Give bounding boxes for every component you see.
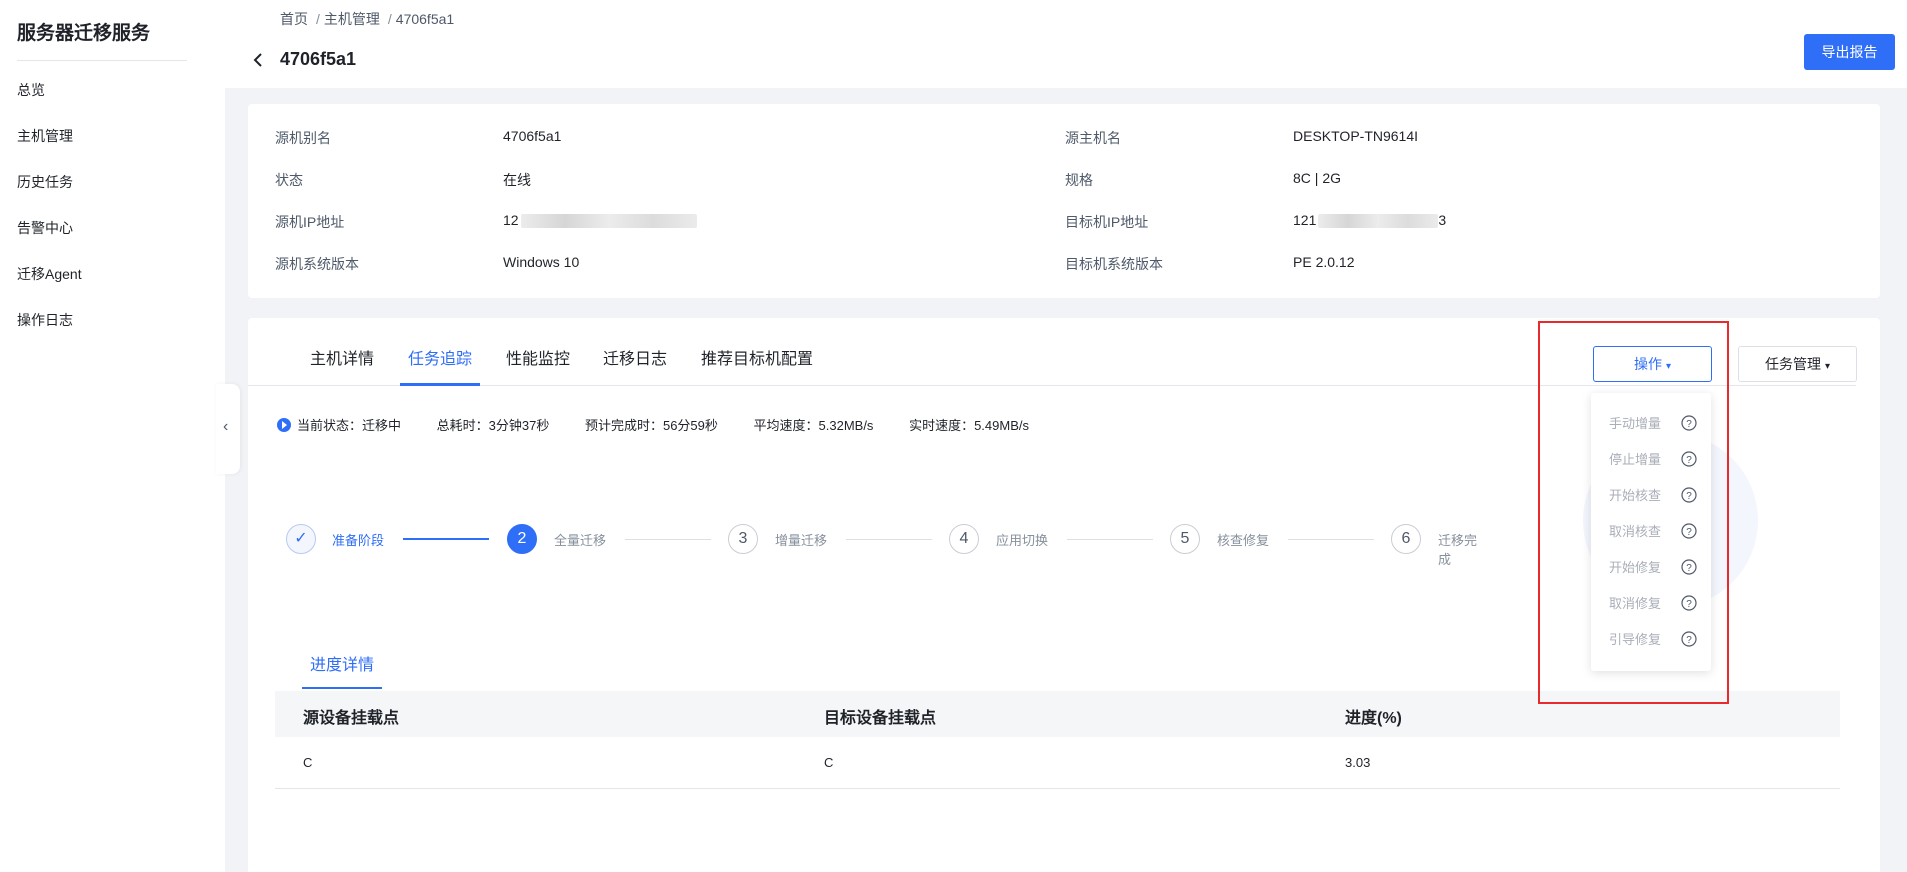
breadcrumb-home[interactable]: 首页 [280,11,308,27]
step-4-indicator: 4 [949,524,979,554]
table-row: C C 3.03 [275,737,1840,789]
page-header: 首页 / 主机管理/4706f5a1 4706f5a1 导出报告 [225,0,1907,88]
info-value: 在线 [503,172,531,188]
page-title: 4706f5a1 [280,49,357,69]
cell-progress: 3.03 [1345,755,1371,770]
info-row: 源机IP地址 12 目标机IP地址 121 3 [248,212,1880,232]
step-connector [846,539,932,540]
info-label: 源机系统版本 [275,256,359,272]
status-avg-speed: 平均速度：5.32MB/s [753,418,874,433]
step-6-indicator: 6 [1391,524,1421,554]
info-value: DESKTOP-TN9614I [1293,128,1419,144]
step-connector [625,539,711,540]
sidebar-nav: 总览 主机管理 历史任务 告警中心 迁移Agent 操作日志 [17,78,82,354]
info-row: 源机系统版本 Windows 10 目标机系统版本 PE 2.0.12 [248,254,1880,274]
step-1-check-icon: ✓ [286,524,316,554]
step-3-indicator: 3 [728,524,758,554]
tab-recommended-config[interactable]: 推荐目标机配置 [701,345,813,369]
redaction-mask [520,214,697,229]
sidebar-item-history-tasks[interactable]: 历史任务 [17,170,82,216]
chevron-left-icon: ‹ [223,418,229,435]
breadcrumb-host-management[interactable]: 主机管理 [324,11,380,27]
breadcrumb-separator: / [387,11,392,27]
info-value: PE 2.0.12 [1293,254,1355,270]
sidebar-divider [17,60,187,61]
status-eta: 预计完成时：56分59秒 [584,418,718,433]
app-title: 服务器迁移服务 [17,23,151,44]
source-ip-prefix: 12 [503,212,519,228]
tab-host-details[interactable]: 主机详情 [310,345,374,369]
info-label: 目标机系统版本 [1065,256,1163,272]
info-label: 源机IP地址 [275,214,345,230]
column-header-source: 源设备挂载点 [303,710,400,727]
breadcrumb-separator: / [316,11,320,27]
play-icon [277,418,291,432]
info-value: 8C | 2G [1293,170,1341,186]
export-report-button[interactable]: 导出报告 [1804,34,1895,70]
migration-steps: ✓ 准备阶段 2 全量迁移 3 增量迁移 4 应用切换 5 核查修复 6 迁移完… [286,524,1486,567]
sidebar-item-migration-agent[interactable]: 迁移Agent [17,262,82,308]
progress-tab-indicator [302,687,382,689]
info-row: 状态 在线 规格 8C | 2G [248,170,1880,190]
task-management-label: 任务管理 [1764,356,1821,372]
step-label: 应用切换 [996,533,1049,548]
sidebar-item-overview[interactable]: 总览 [17,78,82,124]
step-connector [1067,539,1153,540]
info-label: 源主机名 [1065,130,1121,146]
step-connector [1288,539,1374,540]
target-ip-suffix: 3 [1438,212,1447,228]
status-current: 当前状态：迁移中 [277,415,401,434]
step-label: 迁移完成 [1438,533,1478,567]
tab-migration-log[interactable]: 迁移日志 [603,345,667,369]
info-value: 4706f5a1 [503,128,562,144]
breadcrumb: 首页 / 主机管理/4706f5a1 [280,9,458,29]
tab-performance-monitor[interactable]: 性能监控 [506,345,570,369]
back-arrow-icon[interactable] [249,50,269,70]
active-tab-indicator [400,383,480,386]
step-label: 全量迁移 [554,533,607,548]
status-summary: 当前状态：迁移中 总耗时：3分钟37秒 预计完成时：56分59秒 平均速度：5.… [277,415,1061,434]
task-management-dropdown-button[interactable]: 任务管理 ▾ [1738,346,1857,382]
sidebar-collapse-toggle[interactable]: ‹ [216,384,240,474]
status-realtime-speed: 实时速度：5.49MB/s [909,418,1029,433]
target-ip-prefix: 121 [1293,212,1317,228]
info-value-masked: 121 3 [1293,212,1447,229]
step-connector [403,538,489,540]
sidebar-item-alert-center[interactable]: 告警中心 [17,216,82,262]
column-header-target: 目标设备挂载点 [824,710,937,727]
status-elapsed: 总耗时：3分钟37秒 [436,418,550,433]
step-label: 核查修复 [1217,533,1270,548]
sidebar-item-operation-log[interactable]: 操作日志 [17,308,82,354]
annotation-highlight-box [1538,321,1729,704]
tab-task-tracking[interactable]: 任务追踪 [408,345,472,369]
info-label: 目标机IP地址 [1065,214,1149,230]
tab-progress-details[interactable]: 进度详情 [310,651,374,675]
step-label: 增量迁移 [775,533,828,548]
info-label: 规格 [1065,172,1093,188]
sidebar-item-host-management[interactable]: 主机管理 [17,124,82,170]
sidebar: 服务器迁移服务 总览 主机管理 历史任务 告警中心 迁移Agent 操作日志 [0,0,225,872]
info-label: 源机别名 [275,130,331,146]
step-5-indicator: 5 [1170,524,1200,554]
host-info-card: 源机别名 4706f5a1 源主机名 DESKTOP-TN9614I 状态 在线… [248,104,1880,298]
info-row: 源机别名 4706f5a1 源主机名 DESKTOP-TN9614I [248,128,1880,148]
progress-table: 源设备挂载点 目标设备挂载点 进度(%) C C 3.03 [275,691,1840,789]
cell-source-mount: C [303,755,313,770]
redaction-mask [1318,214,1439,229]
step-label: 准备阶段 [332,533,385,548]
info-value-masked: 12 [503,212,697,229]
step-2-indicator: 2 [507,524,537,554]
info-value: Windows 10 [503,254,580,270]
status-current-text: 当前状态：迁移中 [297,418,402,433]
cell-target-mount: C [824,755,834,770]
column-header-progress: 进度(%) [1345,710,1402,727]
info-label: 状态 [275,172,303,188]
breadcrumb-current: 4706f5a1 [395,11,455,27]
chevron-down-icon: ▾ [1824,361,1831,372]
